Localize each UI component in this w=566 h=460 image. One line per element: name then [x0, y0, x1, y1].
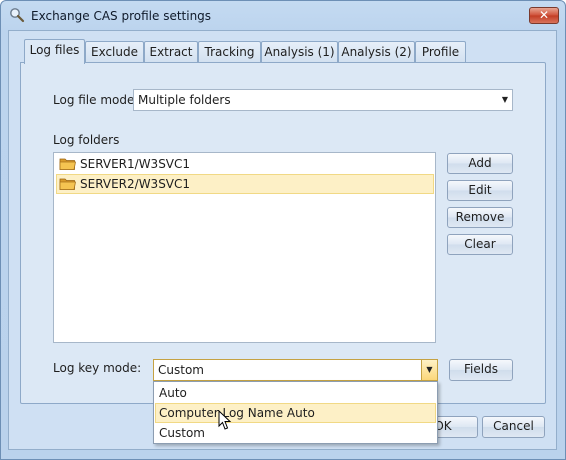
log-key-mode-label: Log key mode: — [53, 361, 142, 375]
log-file-mode-label: Log file mode: — [53, 93, 139, 107]
add-button[interactable]: Add — [447, 153, 513, 174]
dropdown-option-auto[interactable]: Auto — [155, 383, 436, 403]
folder-icon — [59, 157, 76, 171]
log-file-mode-select[interactable]: Multiple folders ▼ — [133, 89, 513, 111]
magnifier-icon — [9, 7, 25, 23]
dropdown-option-computer-log-name-auto[interactable]: Computer Log Name Auto — [155, 403, 436, 423]
tab-exclude[interactable]: Exclude — [85, 41, 144, 63]
log-key-mode-select[interactable]: Custom ▼ — [153, 359, 438, 381]
log-folders-label: Log folders — [53, 133, 120, 147]
chevron-down-icon[interactable]: ▼ — [421, 360, 437, 380]
tab-profile[interactable]: Profile — [415, 41, 466, 63]
tab-analysis-2[interactable]: Analysis (2) — [338, 41, 415, 63]
list-item-label: SERVER1/W3SVC1 — [80, 157, 191, 171]
clear-button[interactable]: Clear — [447, 234, 513, 255]
title-bar[interactable]: Exchange CAS profile settings ✕ — [1, 1, 565, 31]
tab-tracking[interactable]: Tracking — [198, 41, 261, 63]
log-folders-list[interactable]: SERVER1/W3SVC1 SERVER2/W3SVC1 — [53, 152, 436, 343]
cancel-button[interactable]: Cancel — [482, 416, 545, 438]
chevron-down-icon: ▼ — [501, 95, 508, 104]
log-key-mode-dropdown: Auto Computer Log Name Auto Custom — [153, 381, 438, 444]
mouse-pointer-icon — [218, 409, 234, 435]
list-item[interactable]: SERVER1/W3SVC1 — [56, 154, 434, 174]
tab-log-files[interactable]: Log files — [24, 39, 85, 64]
log-key-mode-value: Custom — [158, 363, 204, 377]
list-item-label: SERVER2/W3SVC1 — [80, 177, 191, 191]
tab-extract[interactable]: Extract — [144, 41, 198, 63]
tab-analysis-1[interactable]: Analysis (1) — [261, 41, 338, 63]
fields-button[interactable]: Fields — [449, 359, 513, 381]
edit-button[interactable]: Edit — [447, 180, 513, 201]
close-button[interactable]: ✕ — [529, 7, 559, 24]
log-file-mode-value: Multiple folders — [138, 93, 231, 107]
list-item[interactable]: SERVER2/W3SVC1 — [56, 174, 434, 194]
window-title: Exchange CAS profile settings — [31, 9, 212, 23]
remove-button[interactable]: Remove — [447, 207, 513, 228]
folder-icon — [59, 177, 76, 191]
dropdown-option-custom[interactable]: Custom — [155, 423, 436, 443]
